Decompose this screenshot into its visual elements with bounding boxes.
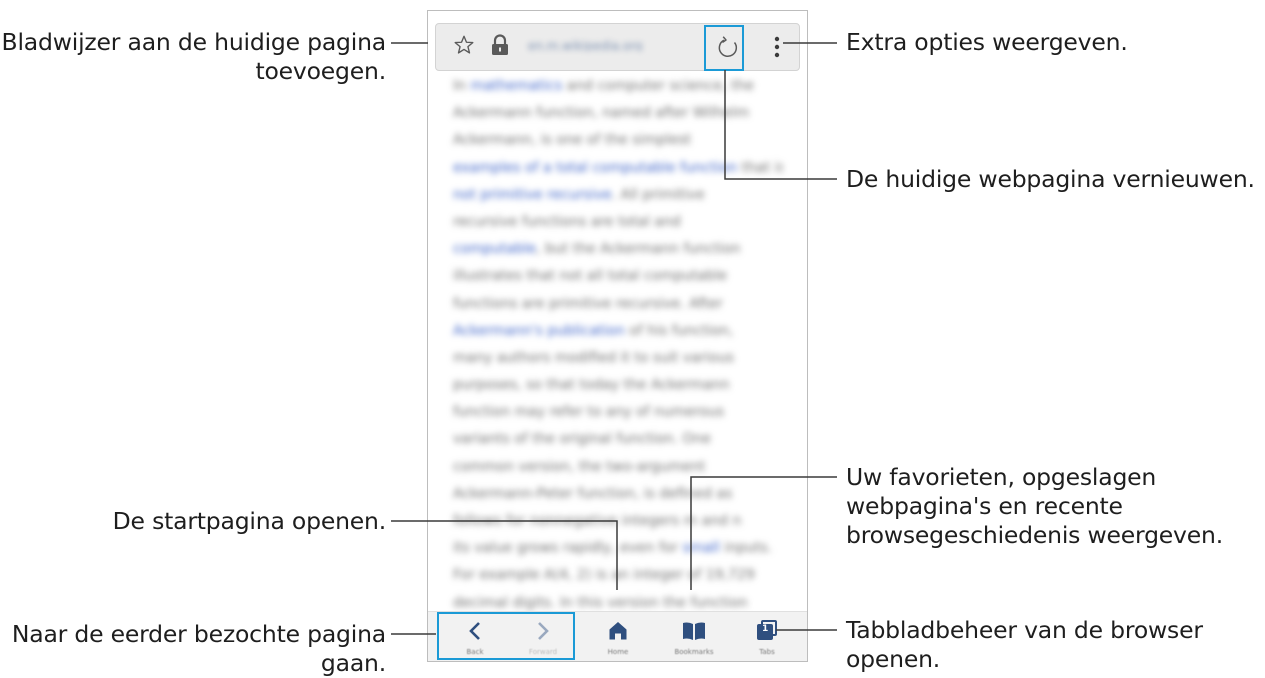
content-text: follows for nonnegative integers m and n <box>453 513 742 529</box>
content-text: illustrates that not all total computabl… <box>453 268 728 285</box>
forward-button[interactable]: Forward <box>511 612 575 661</box>
content-line: decimal digits. In this version the func… <box>453 590 783 613</box>
address-bar[interactable]: en.m.wikipedia.org <box>435 23 800 71</box>
tabs-label: Tabs <box>759 648 775 656</box>
content-line: In mathematics and computer science, the <box>453 73 783 100</box>
chevron-right-icon <box>538 622 549 640</box>
content-text: that is <box>737 159 783 176</box>
content-text: and computer science, the <box>562 78 754 94</box>
book-icon <box>683 622 705 640</box>
content-text: For example A(4, 2) is an integer of 19,… <box>453 567 755 584</box>
content-link[interactable]: small <box>683 540 720 556</box>
home-label: Home <box>607 648 629 656</box>
url-text[interactable]: en.m.wikipedia.org <box>528 39 688 51</box>
content-line: variants of the original function. One <box>453 426 783 453</box>
content-line: common version, the two-argument <box>453 454 783 481</box>
bookmarks-label: Bookmarks <box>674 648 714 656</box>
callout-bookmark-text: Bladwijzer aan de huidige pagina toevoeg… <box>1 28 387 85</box>
content-line: functions are primitive recursive. After <box>453 291 783 318</box>
content-text: In <box>453 78 471 94</box>
tabs-button[interactable]: 1 Tabs <box>735 612 799 661</box>
content-line: not primitive recursive. All primitive <box>453 182 783 209</box>
content-line: For example A(4, 2) is an integer of 19,… <box>453 562 783 589</box>
content-line: Ackermann, is one of the simplest <box>453 127 783 154</box>
callout-homepage-text: De startpagina openen. <box>112 507 387 535</box>
content-link[interactable]: mathematics <box>470 78 562 94</box>
content-text: of his function, <box>624 322 734 339</box>
content-link[interactable]: examples of a total computable function <box>453 160 737 176</box>
browser-bottom-bar: Back Forward Home Bookmarks 1 Tabs <box>428 611 807 661</box>
content-text: inputs. <box>719 540 773 557</box>
content-line: purposes, so that today the Ackermann <box>453 372 783 399</box>
content-text: variants of the original function. One <box>453 431 711 448</box>
content-text: its value grows rapidly, even for <box>453 540 683 557</box>
content-line: recursive functions are total and <box>453 209 783 236</box>
callout-tabs-text: Tabbladbeheer van de browser openen. <box>846 616 1203 673</box>
more-vertical-icon[interactable] <box>773 34 781 60</box>
bookmarks-button[interactable]: Bookmarks <box>662 612 726 661</box>
content-line: Ackermann-Peter function, is defined as <box>453 481 783 508</box>
callout-refresh-text: De huidige webpagina vernieuwen. <box>846 165 1255 193</box>
content-text: Ackermann-Peter function, is defined as <box>453 485 733 502</box>
content-line: follows for nonnegative integers m and n <box>453 508 783 535</box>
chevron-left-icon <box>469 622 480 640</box>
content-text: purposes, so that today the Ackermann <box>453 377 730 394</box>
callout-more-options-text: Extra opties weergeven. <box>846 28 1128 56</box>
content-line: illustrates that not all total computabl… <box>453 263 783 290</box>
reload-icon[interactable] <box>713 33 743 63</box>
content-link[interactable]: Ackermann's publication <box>453 323 625 339</box>
callout-previous-page-text: Naar de eerder bezochte pagina gaan. <box>11 620 386 677</box>
content-text: function may refer to any of numerous <box>453 404 725 421</box>
tab-count: 1 <box>762 624 769 634</box>
home-icon <box>609 622 627 640</box>
content-text: , but the Ackermann function <box>536 241 741 258</box>
content-text: many authors modified it to suit various <box>453 349 735 366</box>
content-text: functions are primitive recursive. After <box>453 295 723 312</box>
content-link[interactable]: computable <box>453 241 536 257</box>
content-link[interactable]: not primitive recursive <box>453 187 612 203</box>
home-button[interactable]: Home <box>588 612 648 661</box>
browser-screen: en.m.wikipedia.org In mathematics and co… <box>427 10 808 662</box>
lock-icon <box>492 34 508 55</box>
content-text: . All primitive <box>611 186 705 203</box>
tabs-icon: 1 <box>757 620 777 640</box>
back-label: Back <box>466 648 484 656</box>
content-line: Ackermann function, named after Wilhelm <box>453 100 783 127</box>
content-line: its value grows rapidly, even for small … <box>453 535 783 562</box>
content-text: decimal digits. In this version the func… <box>453 594 748 611</box>
webpage-content[interactable]: In mathematics and computer science, the… <box>453 73 783 613</box>
callout-bookmarks-list-text: Uw favorieten, opgeslagen webpagina's en… <box>846 463 1223 549</box>
back-button[interactable]: Back <box>443 612 507 661</box>
content-line: examples of a total computable function … <box>453 155 783 182</box>
content-line: computable, but the Ackermann function <box>453 236 783 263</box>
content-text: recursive functions are total and <box>453 213 681 230</box>
forward-label: Forward <box>528 648 558 656</box>
content-line: many authors modified it to suit various <box>453 345 783 372</box>
content-text: Ackermann, is one of the simplest <box>453 132 692 149</box>
content-text: Ackermann function, named after Wilhelm <box>453 105 750 122</box>
content-line: Ackermann's publication of his function, <box>453 318 783 345</box>
star-icon[interactable] <box>453 34 475 56</box>
content-text: common version, the two-argument <box>453 458 706 475</box>
content-line: function may refer to any of numerous <box>453 399 783 426</box>
